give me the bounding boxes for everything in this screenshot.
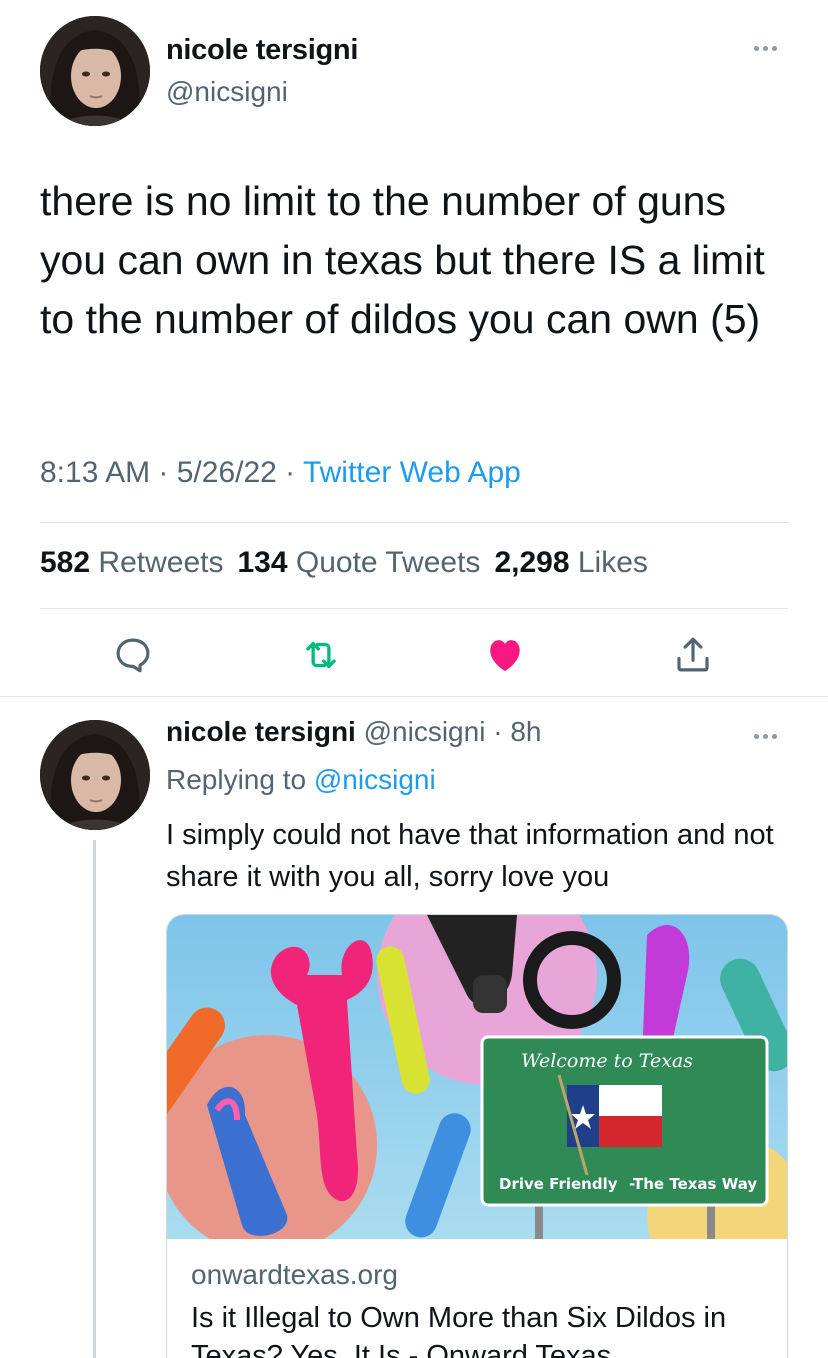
reply-author-name[interactable]: nicole tersigni <box>166 716 356 747</box>
likes-stat[interactable]: 2,298 Likes <box>494 546 647 579</box>
more-options-icon[interactable] <box>754 46 777 51</box>
reply-button[interactable] <box>112 634 154 676</box>
heart-icon <box>490 640 520 672</box>
sign-title: Welcome to Texas <box>521 1050 693 1072</box>
share-icon <box>677 637 709 672</box>
reply-text: I simply could not have that information… <box>166 819 774 893</box>
meta-separator: · <box>150 456 177 489</box>
meta-separator: · <box>276 456 303 489</box>
retweets-count: 582 <box>40 546 91 579</box>
likes-label: Likes <box>577 546 648 579</box>
link-preview-card[interactable]: Welcome to Texas Drive Friendly -The Tex… <box>166 914 788 1358</box>
divider <box>40 608 788 609</box>
share-button[interactable] <box>672 634 714 676</box>
meta-separator: · <box>485 716 511 747</box>
reply-icon <box>116 638 150 673</box>
likes-count: 2,298 <box>494 546 570 579</box>
retweets-label: Retweets <box>98 546 224 579</box>
divider <box>0 696 828 697</box>
link-card-title: Is it Illegal to Own More than Six Dildo… <box>191 1302 727 1358</box>
reply-time[interactable]: 8h <box>510 716 541 747</box>
reply-author-handle[interactable]: @nicsigni <box>364 716 486 747</box>
author-avatar[interactable] <box>40 16 150 126</box>
reply-header: nicole tersigni @nicsigni · 8h <box>166 716 541 748</box>
avatar-photo <box>40 16 150 126</box>
divider <box>40 522 788 523</box>
tweet-date[interactable]: 5/26/22 <box>177 456 277 489</box>
tweet-text: there is no limit to the number of guns … <box>40 178 765 342</box>
tweet-metadata: 8:13 AM · 5/26/22 · Twitter Web App <box>40 456 521 490</box>
reply-author-avatar[interactable] <box>40 720 150 830</box>
retweet-button[interactable] <box>300 634 342 676</box>
author-name[interactable]: nicole tersigni <box>166 34 358 67</box>
sign-left-text: Drive Friendly <box>499 1175 618 1193</box>
tweet-source-link[interactable]: Twitter Web App <box>303 456 521 489</box>
avatar-photo <box>40 720 150 830</box>
replying-to-label: Replying to <box>166 764 307 795</box>
like-button[interactable] <box>484 634 526 676</box>
link-card-image: Welcome to Texas Drive Friendly -The Tex… <box>167 915 787 1239</box>
quote-tweets-count: 134 <box>237 546 288 579</box>
replying-to: Replying to @nicsigni <box>166 764 436 796</box>
quote-tweets-label: Quote Tweets <box>295 546 481 579</box>
link-card-domain: onwardtexas.org <box>191 1259 399 1290</box>
quote-tweets-stat[interactable]: 134 Quote Tweets <box>237 546 480 579</box>
more-options-icon[interactable] <box>754 734 777 739</box>
retweet-icon <box>306 641 336 669</box>
sign-right-text: -The Texas Way <box>629 1175 757 1193</box>
tweet-stats: 582 Retweets 134 Quote Tweets 2,298 Likes <box>40 546 648 580</box>
replying-to-handle[interactable]: @nicsigni <box>314 764 436 795</box>
thread-connector-line <box>93 840 96 1358</box>
author-handle[interactable]: @nicsigni <box>166 76 288 108</box>
retweets-stat[interactable]: 582 Retweets <box>40 546 223 579</box>
tweet-time[interactable]: 8:13 AM <box>40 456 150 489</box>
